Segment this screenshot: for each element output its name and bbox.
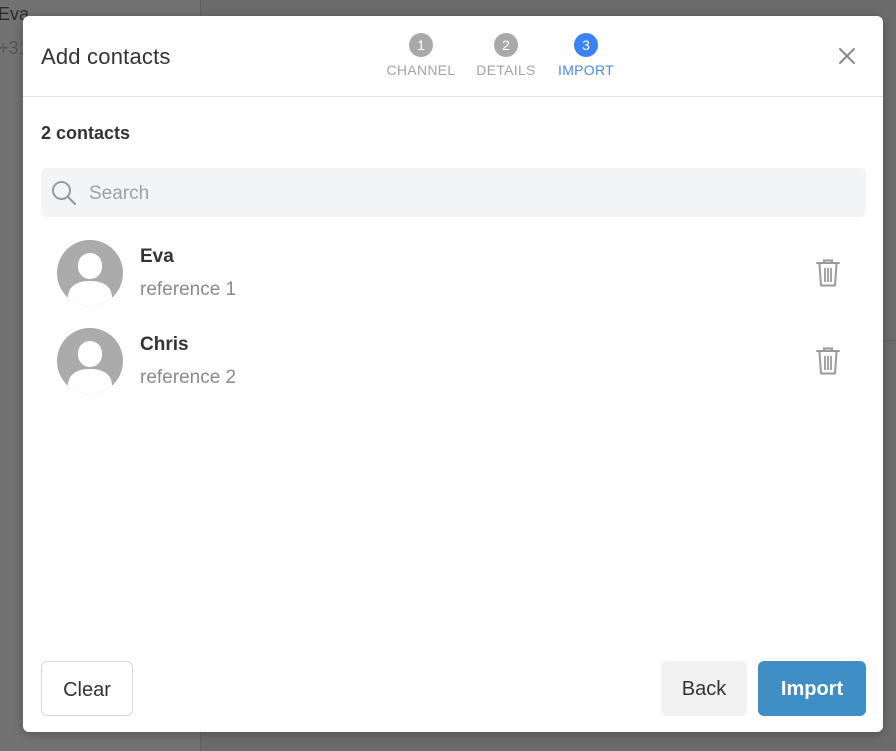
search-box <box>41 168 866 219</box>
modal-header: Add contacts 1 CHANNEL 2 DETAILS 3 IMPOR… <box>23 16 883 97</box>
back-button[interactable]: Back <box>661 661 747 716</box>
step-number: 2 <box>494 33 518 57</box>
contacts-count: 2 contacts <box>41 123 131 143</box>
step-channel: 1 CHANNEL <box>383 33 459 78</box>
contact-name: Eva <box>140 246 174 267</box>
step-number: 1 <box>409 33 433 57</box>
contact-name: Chris <box>140 334 189 355</box>
import-button[interactable]: Import <box>758 661 866 716</box>
avatar <box>57 328 123 394</box>
add-contacts-modal: Add contacts 1 CHANNEL 2 DETAILS 3 IMPOR… <box>23 16 883 732</box>
step-label: DETAILS <box>476 62 536 78</box>
close-icon <box>839 48 855 64</box>
step-import: 3 IMPORT <box>553 33 619 78</box>
contact-reference: reference 2 <box>140 367 237 388</box>
user-avatar-icon <box>57 328 123 394</box>
clear-button[interactable]: Clear <box>41 661 133 716</box>
user-avatar-icon <box>57 240 123 306</box>
delete-contact-button[interactable] <box>815 346 841 376</box>
stepper: 1 CHANNEL 2 DETAILS 3 IMPORT <box>23 33 883 83</box>
contact-row: Eva reference 1 <box>57 240 857 308</box>
search-icon <box>52 181 77 206</box>
trash-icon <box>816 347 840 375</box>
contact-row: Chris reference 2 <box>57 328 857 396</box>
contact-reference: reference 1 <box>140 279 237 300</box>
step-number: 3 <box>574 33 598 57</box>
search-input[interactable] <box>87 168 851 219</box>
step-details: 2 DETAILS <box>472 33 540 78</box>
step-label: CHANNEL <box>386 62 456 78</box>
step-label: IMPORT <box>558 62 614 78</box>
close-button[interactable] <box>835 44 859 68</box>
delete-contact-button[interactable] <box>815 258 841 288</box>
avatar <box>57 240 123 306</box>
trash-icon <box>816 259 840 287</box>
